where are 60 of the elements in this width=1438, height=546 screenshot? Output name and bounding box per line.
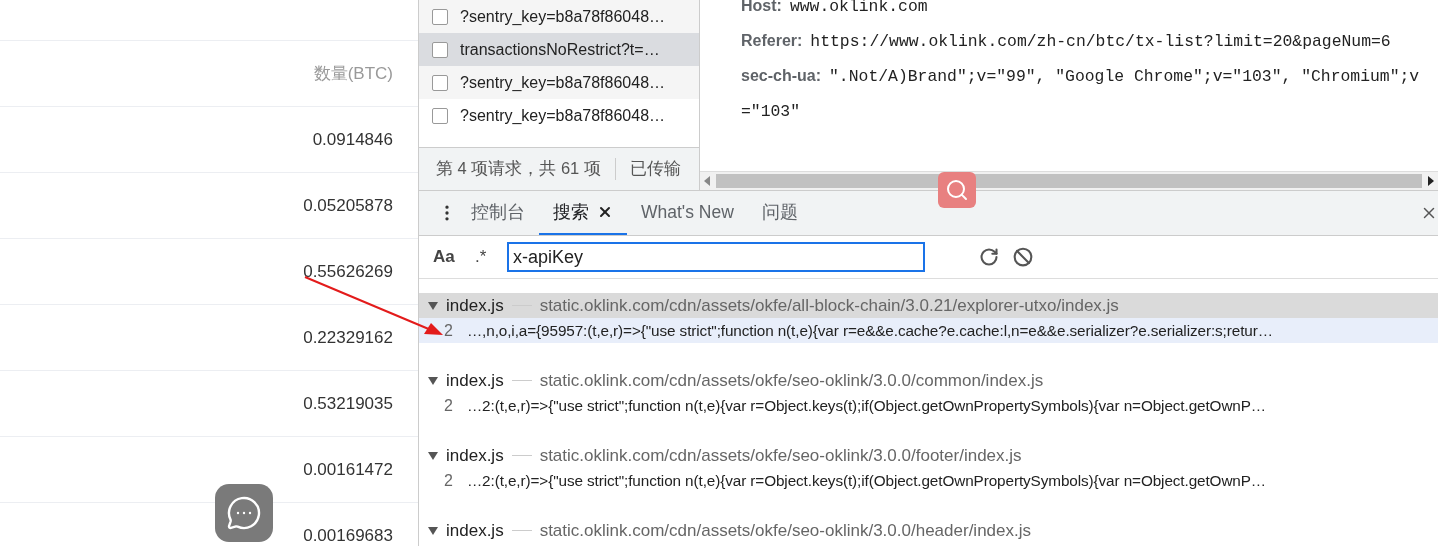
match-row[interactable]: 2 …,n,o,i,a={95957:(t,e,r)=>{"use strict";function n(t,e){var r=e&&e.cache?e.cache:l,n=e&&e.serializer?e.serializer:s;retur…	[419, 318, 1438, 343]
chat-button[interactable]	[215, 484, 273, 542]
header-line: sec-ch-ua: ".Not/A)Brand";v="99", "Google Chrome";v="103", "Chromium";v="103"	[741, 66, 1420, 123]
line-number: 2	[444, 396, 453, 415]
regex-toggle[interactable]: .*	[475, 247, 493, 267]
request-name: ?sentry_key=b8a78f86048…	[460, 7, 666, 26]
request-row[interactable]: transactionsNoRestrict?t=…	[419, 33, 699, 66]
transferred-label: 已传输	[629, 158, 681, 179]
file-name: index.js	[446, 520, 504, 541]
header-line: Referer: https://www.oklink.com/zh-cn/btc/tx-list?limit=20&pageNum=6	[741, 31, 1392, 53]
expand-triangle-icon[interactable]	[428, 301, 438, 310]
refresh-icon[interactable]	[979, 247, 999, 267]
request-name: transactionsNoRestrict?t=…	[460, 40, 660, 59]
file-path: static.oklink.com/cdn/assets/okfe/seo-oklink/3.0.0/common/index.js	[539, 370, 1044, 391]
amount-cell: 0.00169683	[303, 525, 393, 546]
checkbox[interactable]	[432, 8, 448, 25]
chat-icon[interactable]	[226, 495, 262, 531]
amount-cell: 0.0914846	[312, 129, 393, 150]
checkbox[interactable]	[432, 41, 448, 58]
file-path: static.oklink.com/cdn/assets/okfe/all-block-chain/3.0.21/explorer-utxo/index.js	[539, 295, 1119, 316]
match-code: …2:(t,e,r)=>{"use strict";function n(t,e){var r=Object.keys(t);if(Object.getOwnPropertySymbols){var n=Object.getOwnP…	[466, 471, 1267, 490]
request-count: 第 4 项请求，共 61 项	[436, 158, 601, 179]
checkbox[interactable]	[432, 107, 448, 124]
amount-cell: 0.55626269	[303, 261, 393, 282]
drawer-tab[interactable]: 问题	[747, 191, 812, 235]
line-number: 2	[444, 471, 453, 490]
column-header: 数量(BTC)	[313, 63, 393, 85]
file-path: static.oklink.com/cdn/assets/okfe/seo-oklink/3.0.0/footer/index.js	[539, 445, 1022, 466]
scroll-right-icon	[1426, 176, 1434, 186]
drawer-tab[interactable]: 控制台	[457, 191, 539, 235]
match-code: …2:(t,e,r)=>{"use strict";function n(t,e){var r=Object.keys(t);if(Object.getOwnPropertySymbols){var n=Object.getOwnP…	[466, 396, 1267, 415]
scroll-left-icon	[704, 176, 712, 186]
drawer-tab[interactable]: What's New	[627, 191, 748, 235]
file-name: index.js	[446, 445, 504, 466]
clear-icon[interactable]	[1013, 247, 1033, 267]
amount-cell: 0.22329162	[303, 327, 393, 348]
request-row[interactable]: ?sentry_key=b8a78f86048…	[419, 66, 699, 99]
request-name: ?sentry_key=b8a78f86048…	[460, 73, 666, 92]
file-path: static.oklink.com/cdn/assets/okfe/seo-oklink/3.0.0/header/index.js	[539, 520, 1031, 541]
amount-cell: 0.00161472	[303, 459, 393, 480]
file-name: index.js	[446, 295, 504, 316]
amount-cell: 0.05205878	[303, 195, 393, 216]
scrollbar[interactable]	[700, 171, 1438, 190]
expand-triangle-icon[interactable]	[428, 451, 438, 460]
result-file-row[interactable]: index.js static.oklink.com/cdn/assets/okfe/all-block-chain/3.0.21/explorer-utxo/index.js	[419, 293, 1438, 318]
search-icon[interactable]	[945, 178, 969, 202]
match-case-toggle[interactable]: Aa	[433, 247, 461, 267]
match-code: …,n,o,i,a={95957:(t,e,r)=>{"use strict";function n(t,e){var r=e&&e.cache?e.cache:l,n=e&&e.serializer?e.serializer:s;retur…	[466, 321, 1273, 340]
line-number: 2	[444, 321, 453, 340]
expand-triangle-icon[interactable]	[428, 376, 438, 385]
request-name: ?sentry_key=b8a78f86048…	[460, 106, 666, 125]
file-name: index.js	[446, 370, 504, 391]
expand-triangle-icon[interactable]	[428, 526, 438, 535]
search-field[interactable]: x-apiKey	[507, 242, 925, 272]
amount-cell: 0.53219035	[303, 393, 393, 414]
search-button[interactable]	[938, 172, 976, 208]
checkbox[interactable]	[432, 74, 448, 91]
close-icon[interactable]	[597, 204, 613, 220]
request-row[interactable]: ?sentry_key=b8a78f86048…	[419, 0, 699, 33]
drawer-tab[interactable]: 搜索	[539, 191, 627, 235]
